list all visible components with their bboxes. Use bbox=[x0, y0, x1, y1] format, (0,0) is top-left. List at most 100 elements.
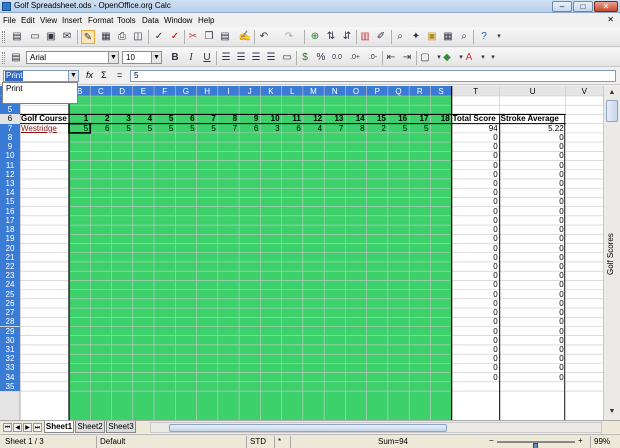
underline-icon[interactable]: U bbox=[200, 51, 214, 65]
hole-score-cell[interactable]: 6 bbox=[239, 124, 260, 133]
header-stroke-average[interactable]: Stroke Average bbox=[501, 114, 577, 123]
total-score-cell[interactable]: 0 bbox=[452, 317, 500, 326]
stroke-average-cell[interactable]: 0 bbox=[500, 225, 566, 234]
hole-score-cell[interactable]: 6 bbox=[282, 124, 303, 133]
row-header-13[interactable]: 13 bbox=[0, 178, 20, 189]
spreadsheet-grid[interactable]: BCDEFGHIJKLMNOPQRSTUV4567891011121314151… bbox=[0, 86, 620, 420]
borders-icon[interactable]: ▢ bbox=[418, 51, 432, 65]
stroke-average-cell[interactable]: 5.22 bbox=[500, 124, 566, 133]
spellcheck-icon[interactable]: ✓ bbox=[152, 30, 166, 44]
styles-formatting-icon[interactable]: ▤ bbox=[9, 51, 23, 65]
stroke-average-cell[interactable]: 0 bbox=[500, 216, 566, 225]
stroke-average-cell[interactable]: 0 bbox=[500, 262, 566, 271]
close-document-icon[interactable]: ✕ bbox=[607, 15, 614, 24]
stroke-average-cell[interactable]: 0 bbox=[500, 373, 566, 382]
header-hole-9[interactable]: 9 bbox=[239, 114, 260, 123]
total-score-cell[interactable]: 94 bbox=[452, 124, 500, 133]
row-header-7[interactable]: 7 bbox=[0, 123, 20, 133]
column-header-i[interactable]: I bbox=[218, 87, 239, 96]
column-header-e[interactable]: E bbox=[133, 87, 154, 96]
header-hole-7[interactable]: 7 bbox=[197, 114, 218, 123]
hole-score-cell[interactable]: 7 bbox=[324, 124, 345, 133]
maximize-button[interactable]: □ bbox=[573, 1, 593, 12]
data-sources-icon[interactable]: ▦ bbox=[441, 30, 455, 44]
total-score-cell[interactable]: 0 bbox=[452, 170, 500, 179]
font-color-icon[interactable]: A bbox=[462, 51, 476, 65]
menu-edit[interactable]: Edit bbox=[21, 16, 35, 25]
total-score-cell[interactable]: 0 bbox=[452, 216, 500, 225]
row-header-25[interactable]: 25 bbox=[0, 289, 20, 299]
chevron-down-icon[interactable]: ▼ bbox=[68, 71, 78, 81]
menu-view[interactable]: View bbox=[40, 16, 57, 25]
column-header-u[interactable]: U bbox=[500, 87, 566, 96]
column-header-t[interactable]: T bbox=[452, 87, 500, 96]
font-name-combo[interactable]: Arial ▼ bbox=[26, 51, 119, 64]
standard-format-icon[interactable]: 0.0 bbox=[330, 51, 344, 65]
header-hole-18[interactable]: 18 bbox=[430, 114, 451, 123]
total-score-cell[interactable]: 0 bbox=[452, 151, 500, 160]
stroke-average-cell[interactable]: 0 bbox=[500, 244, 566, 253]
stroke-average-cell[interactable]: 0 bbox=[500, 197, 566, 206]
stroke-average-cell[interactable]: 0 bbox=[500, 253, 566, 262]
stroke-average-cell[interactable]: 0 bbox=[500, 133, 566, 142]
export-pdf-icon[interactable]: ▦ bbox=[99, 30, 113, 44]
font-size-combo[interactable]: 10 ▼ bbox=[122, 51, 162, 64]
hole-score-cell[interactable]: 5 bbox=[154, 124, 175, 133]
column-header-q[interactable]: Q bbox=[388, 87, 409, 96]
next-sheet-icon[interactable]: ▶ bbox=[23, 423, 32, 432]
zoom-slider[interactable] bbox=[497, 441, 575, 448]
header-hole-11[interactable]: 11 bbox=[282, 114, 303, 123]
menu-tools[interactable]: Tools bbox=[117, 16, 136, 25]
function-icon[interactable]: = bbox=[117, 70, 122, 80]
stroke-average-cell[interactable]: 0 bbox=[500, 151, 566, 160]
column-header-v[interactable]: V bbox=[566, 87, 603, 96]
header-hole-3[interactable]: 3 bbox=[112, 114, 133, 123]
chevron-down-icon[interactable]: ▼ bbox=[108, 52, 118, 63]
italic-icon[interactable]: I bbox=[184, 51, 198, 65]
stroke-average-cell[interactable]: 0 bbox=[500, 170, 566, 179]
hole-score-cell[interactable]: 5 bbox=[388, 124, 409, 133]
previous-sheet-icon[interactable]: ◀ bbox=[13, 423, 22, 432]
stroke-average-cell[interactable]: 0 bbox=[500, 161, 566, 170]
copy-icon[interactable]: ❐ bbox=[202, 30, 216, 44]
total-score-cell[interactable]: 0 bbox=[452, 336, 500, 345]
header-hole-6[interactable]: 6 bbox=[175, 114, 196, 123]
merge-cells-icon[interactable]: ▭ bbox=[280, 51, 294, 65]
row-header-34[interactable]: 34 bbox=[0, 372, 20, 382]
page-style[interactable]: Default bbox=[96, 436, 244, 448]
total-score-cell[interactable]: 0 bbox=[452, 188, 500, 197]
column-header-k[interactable]: K bbox=[260, 87, 281, 96]
header-hole-5[interactable]: 5 bbox=[154, 114, 175, 123]
total-score-cell[interactable]: 0 bbox=[452, 354, 500, 363]
row-header-16[interactable]: 16 bbox=[0, 206, 20, 216]
toolbar-grip[interactable] bbox=[2, 52, 5, 64]
menu-format[interactable]: Format bbox=[88, 16, 113, 25]
column-header-j[interactable]: J bbox=[239, 87, 260, 96]
stroke-average-cell[interactable]: 0 bbox=[500, 363, 566, 372]
column-header-g[interactable]: G bbox=[175, 87, 196, 96]
horizontal-scrollbar[interactable] bbox=[150, 422, 602, 433]
total-score-cell[interactable]: 0 bbox=[452, 234, 500, 243]
add-decimal-icon[interactable]: .0+ bbox=[348, 51, 362, 65]
row-header-22[interactable]: 22 bbox=[0, 261, 20, 272]
header-hole-8[interactable]: 8 bbox=[218, 114, 239, 123]
header-hole-12[interactable]: 12 bbox=[303, 114, 324, 123]
sum-icon[interactable]: Σ bbox=[101, 70, 107, 80]
stroke-average-cell[interactable]: 0 bbox=[500, 179, 566, 188]
background-color-icon[interactable]: ◆ bbox=[440, 51, 454, 65]
row-header-23[interactable]: 23 bbox=[0, 271, 20, 281]
page-preview-icon[interactable]: ◫ bbox=[131, 30, 145, 44]
row-header-31[interactable]: 31 bbox=[0, 344, 20, 355]
hole-score-cell[interactable]: 8 bbox=[345, 124, 366, 133]
hole-score-cell[interactable]: 7 bbox=[218, 124, 239, 133]
menu-window[interactable]: Window bbox=[164, 16, 192, 25]
stroke-average-cell[interactable]: 0 bbox=[500, 336, 566, 345]
row-header-5[interactable]: 5 bbox=[0, 105, 20, 115]
hole-score-cell[interactable]: 3 bbox=[260, 124, 281, 133]
hole-score-cell[interactable]: 6 bbox=[90, 124, 111, 133]
stroke-average-cell[interactable]: 0 bbox=[500, 327, 566, 336]
percent-format-icon[interactable]: % bbox=[314, 51, 328, 65]
stroke-average-cell[interactable]: 0 bbox=[500, 188, 566, 197]
increase-indent-icon[interactable]: ⇥ bbox=[400, 51, 414, 65]
total-score-cell[interactable]: 0 bbox=[452, 280, 500, 289]
